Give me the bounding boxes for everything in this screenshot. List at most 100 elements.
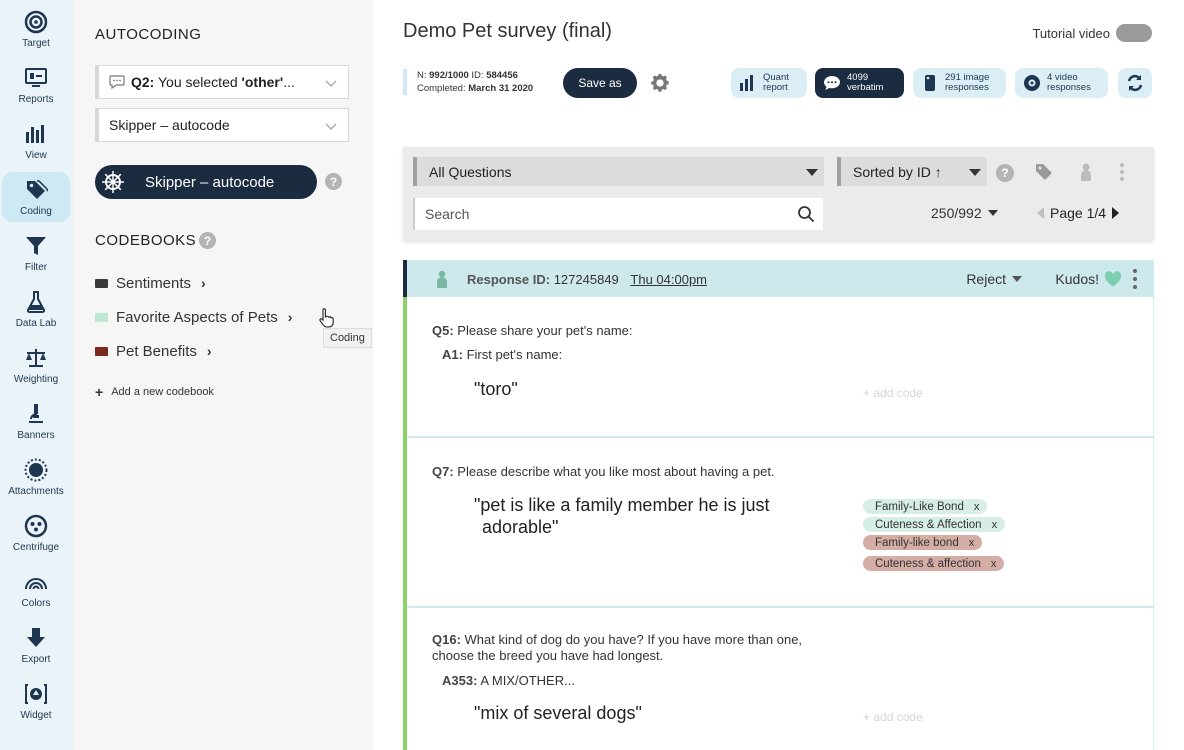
question-label: Q5: [432,323,454,338]
save-as-button[interactable]: Save as [563,68,637,98]
rail-label: Centrifuge [12,542,60,553]
rail-label: Colors [21,598,51,609]
tutorial-label: Tutorial video [1032,25,1110,41]
folder-icon [95,346,108,356]
code-tag-label: Cuteness & affection [875,557,981,570]
help-icon[interactable]: ? [996,164,1014,182]
rail-item-data-lab[interactable]: Data Lab [2,284,70,334]
question-select-bold: 'other' [241,74,284,90]
search-input[interactable]: Search [413,198,823,230]
rail-label: Reports [18,94,54,105]
questions-dropdown-value: All Questions [429,163,512,180]
more-vertical-icon[interactable] [1119,162,1125,182]
centrifuge-icon [23,514,49,538]
refresh-icon [1127,74,1143,92]
target-icon [23,10,49,34]
code-tag[interactable]: Family-like bond x [863,535,983,550]
rail-item-colors[interactable]: Colors [2,564,70,614]
rail-item-widget[interactable]: Widget [2,676,70,726]
rail-item-target[interactable]: Target [2,4,70,54]
question-block: Q7: Please describe what you like most a… [407,438,1154,608]
sort-dropdown-value: Sorted by ID ↑ [853,163,942,180]
codebook-pet-benefits[interactable]: Pet Benefits › [95,340,212,362]
help-icon[interactable]: ? [325,173,342,190]
main-content: Demo Pet survey (final) Tutorial video N… [373,0,1184,750]
question-select-text: You selected [154,74,242,90]
refresh-button[interactable] [1118,68,1152,98]
code-tag[interactable]: Cuteness & affection x [863,556,1005,571]
chevron-down-icon [325,123,337,130]
kudos-button[interactable]: Kudos! [1055,271,1122,287]
id-value: 584456 [486,70,518,81]
add-codebook-link[interactable]: + Add a new codebook [95,384,214,400]
answer-option-text: A MIX/OTHER... [480,673,575,688]
image-responses-button[interactable]: 291 image responses [913,68,1006,98]
image-icon [925,75,935,91]
response-id-value: 127245849 [553,272,619,287]
remove-tag-icon[interactable]: x [969,537,975,549]
rail-label: Banners [17,430,55,441]
skipper-autocode-button[interactable]: Skipper – autocode [95,165,317,199]
response-id-label: Response ID: [467,272,551,287]
verbatim-button[interactable]: 4099 verbatim [815,68,904,98]
remove-tag-icon[interactable]: x [991,558,997,570]
results-count: 250/992 [931,205,982,221]
person-icon[interactable] [1076,162,1096,182]
answer-label: A1: [442,347,463,362]
kudos-label: Kudos! [1055,271,1099,287]
rail-item-centrifuge[interactable]: Centrifuge [2,508,70,558]
completed-value: March 31 2020 [468,83,534,94]
rail-item-weighting[interactable]: Weighting [2,340,70,390]
question-label: Q7: [432,464,454,479]
rail-label: Data Lab [15,318,57,329]
results-count-dropdown[interactable]: 250/992 [931,205,998,221]
prev-page-icon[interactable] [1037,207,1044,219]
answer-option: A1: First pet's name: [442,347,562,362]
next-page-icon[interactable] [1112,207,1120,219]
gear-icon[interactable] [649,72,671,94]
rail-item-coding[interactable]: Coding [2,172,70,222]
person-icon [437,270,447,288]
rail-item-export[interactable]: Export [2,620,70,670]
rail-item-reports[interactable]: Reports [2,60,70,110]
autocode-select[interactable]: Skipper – autocode [95,108,349,142]
help-icon[interactable]: ? [199,232,216,249]
more-vertical-icon[interactable] [1132,268,1138,290]
autocoding-title: AUTOCODING [95,26,202,43]
code-tag-label: Cuteness & Affection [875,518,982,531]
rail-item-banners[interactable]: Banners [2,396,70,446]
code-tag-label: Family-Like Bond [875,500,964,513]
rail-item-view[interactable]: View [2,116,70,166]
caret-down-icon [1012,276,1022,282]
verbatim-line: adorable" [482,517,559,537]
plus-icon: + [95,384,104,400]
rail-item-attachments[interactable]: Attachments [2,452,70,502]
video-responses-button[interactable]: 4 video responses [1015,68,1108,98]
tutorial-video-link[interactable]: Tutorial video [1032,24,1152,42]
add-code-link[interactable]: + add code [863,386,923,400]
question-text: Q16: What kind of dog do you have? If yo… [432,632,802,664]
code-tag[interactable]: Cuteness & Affection x [863,517,1006,532]
answer-option: A353: A MIX/OTHER... [442,673,575,688]
rail-label: Widget [20,710,52,721]
pill-line2: responses [1047,82,1091,93]
questions-dropdown[interactable]: All Questions [413,157,824,186]
codebook-favorite-aspects[interactable]: Favorite Aspects of Pets › [95,306,292,328]
question-body: choose the breed you have had longest. [432,648,664,663]
remove-tag-icon[interactable]: x [974,501,980,513]
id-label: ID: [471,70,484,81]
reject-dropdown[interactable]: Reject [966,271,1022,287]
search-icon [798,206,815,223]
question-select[interactable]: Q2: You selected 'other'... [95,65,349,99]
completed-label: Completed: [417,83,466,94]
code-tag[interactable]: Family-Like Bond x [863,499,988,514]
response-time-link[interactable]: Thu 04:00pm [630,272,707,287]
quant-report-button[interactable]: Quant report [731,68,807,98]
codebook-sentiments[interactable]: Sentiments › [95,272,206,294]
remove-tag-icon[interactable]: x [992,519,998,531]
sort-dropdown[interactable]: Sorted by ID ↑ [837,157,987,186]
video-toggle-icon [1116,24,1152,42]
add-code-link[interactable]: + add code [863,710,923,724]
rail-item-filter[interactable]: Filter [2,228,70,278]
tag-icon[interactable] [1034,162,1054,182]
